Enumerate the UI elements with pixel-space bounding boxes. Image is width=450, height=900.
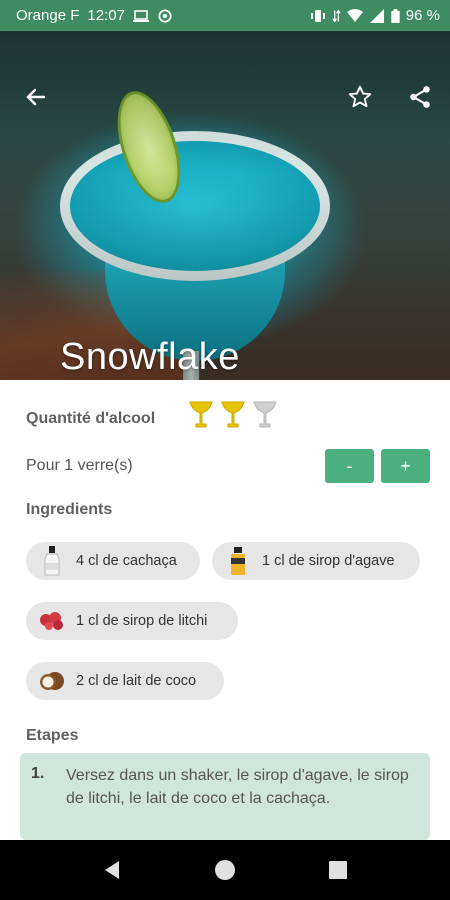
- step-text: Versez dans un shaker, le sirop d'agave,…: [66, 767, 409, 807]
- step-card: 1. Versez dans un shaker, le sirop d'aga…: [20, 753, 430, 840]
- cocktail-title: Snowflake: [60, 336, 240, 378]
- battery-icon: [391, 8, 400, 23]
- nav-home-icon[interactable]: [213, 858, 237, 882]
- share-button[interactable]: [404, 81, 436, 113]
- favorite-button[interactable]: [344, 81, 376, 113]
- cocktail-glass-icon: [253, 401, 277, 428]
- ingredient-label: 1 cl de sirop de litchi: [76, 613, 208, 629]
- clock: 12:07: [87, 7, 125, 24]
- alcohol-level-rating: [188, 400, 278, 430]
- cell-signal-icon: [369, 8, 384, 23]
- ingredient-chip[interactable]: 2 cl de lait de coco: [26, 662, 224, 700]
- hero-overlay: [0, 31, 450, 380]
- nav-back-icon[interactable]: [100, 858, 124, 882]
- coconut-icon: [40, 672, 64, 690]
- ingredients-heading: Ingredients: [26, 501, 113, 518]
- cocktail-glass-icon: [189, 401, 213, 428]
- data-transfer-icon: [332, 8, 341, 23]
- cocktail-glass-icon: [221, 401, 245, 428]
- nav-recents-icon[interactable]: [326, 858, 350, 882]
- share-icon: [410, 86, 430, 108]
- serving-count-label: Pour 1 verre(s): [26, 457, 133, 474]
- bottle-icon: [44, 546, 60, 576]
- ingredient-chip[interactable]: 1 cl de sirop de litchi: [26, 602, 238, 640]
- data-saver-icon: [158, 8, 172, 23]
- lychee-icon: [40, 612, 63, 630]
- cocktail-hero-image: Snowflake: [0, 31, 450, 380]
- vibrate-icon: [310, 9, 325, 22]
- back-button[interactable]: [20, 81, 52, 113]
- star-outline-icon: [348, 85, 372, 108]
- alcohol-quantity-label: Quantité d'alcool: [26, 410, 156, 427]
- decrease-serving-button[interactable]: -: [325, 449, 374, 483]
- ingredient-label: 1 cl de sirop d'agave: [262, 553, 395, 569]
- system-navigation-bar: [0, 840, 450, 900]
- status-bar: Orange F 12:07 96 %: [0, 0, 450, 31]
- ingredient-label: 4 cl de cachaça: [76, 553, 177, 569]
- step-number: 1.: [31, 765, 45, 782]
- carrier-name: Orange F: [16, 7, 80, 24]
- ingredient-label: 2 cl de lait de coco: [76, 673, 197, 689]
- increase-serving-button[interactable]: +: [381, 449, 430, 483]
- arrow-left-icon: [26, 88, 46, 106]
- steps-heading: Etapes: [26, 727, 79, 744]
- syrup-bottle-icon: [231, 547, 245, 575]
- wifi-icon: [346, 8, 363, 22]
- battery-level: 96 %: [405, 7, 440, 24]
- ingredient-chip[interactable]: 1 cl de sirop d'agave: [212, 542, 420, 580]
- ingredient-chip[interactable]: 4 cl de cachaça: [26, 542, 200, 580]
- laptop-icon: [132, 9, 149, 22]
